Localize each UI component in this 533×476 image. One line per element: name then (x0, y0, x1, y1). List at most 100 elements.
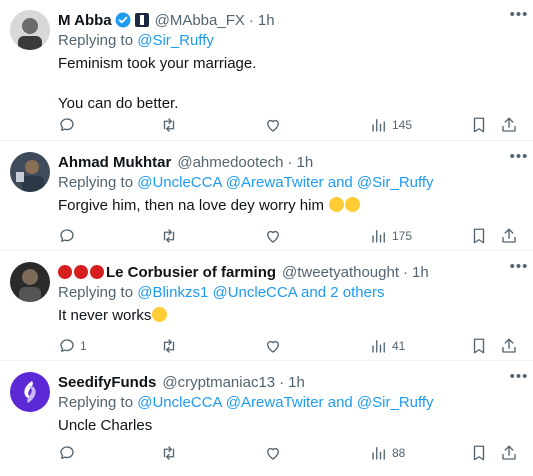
tweet-actions: 175 (58, 226, 523, 246)
retweet-icon (163, 229, 175, 243)
views-icon (372, 119, 385, 132)
user-handle[interactable]: @ahmedootech (177, 154, 283, 171)
reply-button[interactable] (58, 226, 80, 246)
tweet-text: It never works (58, 306, 523, 326)
reply-icon (60, 339, 74, 352)
more-icon[interactable]: ••• (509, 259, 529, 282)
share-button[interactable] (500, 115, 518, 135)
tweet[interactable]: SeedifyFunds @cryptmaniac13 · 1h Replyin… (0, 362, 533, 476)
tweet-actions: 145 (58, 115, 523, 135)
views-icon (372, 230, 385, 243)
reply-icon (60, 229, 74, 242)
tweet-text: Forgive him, then na love dey worry him (58, 196, 523, 216)
tweet-text: Feminism took your marriage. You can do … (58, 55, 257, 112)
share-icon (502, 338, 516, 353)
user-handle[interactable]: @cryptmaniac13 (162, 374, 275, 391)
heart-icon (267, 230, 279, 243)
bookmark-button[interactable] (470, 443, 488, 463)
heart-icon (267, 119, 279, 132)
user-handle[interactable]: @MAbba_FX (155, 12, 245, 29)
views-icon (372, 447, 385, 460)
red-circle-emoji-icon (58, 265, 72, 279)
bookmark-button[interactable] (470, 336, 488, 356)
red-circle-emoji-icon (74, 265, 88, 279)
tweet[interactable]: Ahmad Mukhtar @ahmedootech · 1h Replying… (0, 142, 533, 251)
like-button[interactable] (264, 443, 282, 463)
tweet[interactable]: Le Corbusier of farming @tweetyathought … (0, 252, 533, 361)
timestamp[interactable]: 1h (412, 264, 429, 281)
bookmark-icon (473, 338, 485, 354)
bookmark-icon (473, 445, 485, 461)
replying-to: Replying to @Blinkzs1 @UncleCCA and 2 ot… (58, 284, 385, 301)
bookmark-icon (473, 117, 485, 133)
share-button[interactable] (500, 226, 518, 246)
timestamp[interactable]: 1h (258, 12, 275, 29)
like-button[interactable] (264, 336, 282, 356)
replying-to: Replying to @Sir_Ruffy (58, 32, 214, 49)
timestamp[interactable]: 1h (288, 374, 305, 391)
share-button[interactable] (500, 336, 518, 356)
more-icon[interactable]: ••• (509, 7, 529, 30)
replying-to: Replying to @UncleCCA @ArewaTwiter and @… (58, 174, 434, 191)
retweet-button[interactable] (160, 443, 178, 463)
separator: · (248, 11, 254, 29)
reply-button[interactable] (58, 443, 80, 463)
views-button[interactable]: 41 (370, 336, 405, 356)
reply-mention-link[interactable]: @Blinkzs1 @UncleCCA and 2 others (137, 284, 384, 301)
separator: · (279, 373, 285, 391)
red-circle-emoji-icon (90, 265, 104, 279)
reply-icon (60, 118, 74, 131)
verified-badge-icon (115, 12, 131, 28)
bookmark-icon (473, 228, 485, 244)
retweet-button[interactable] (160, 226, 178, 246)
heart-icon (267, 447, 279, 460)
avatar[interactable] (10, 372, 50, 412)
pleading-face-emoji-icon (152, 307, 168, 322)
retweet-icon (163, 118, 175, 132)
affiliate-badge-icon (134, 13, 149, 27)
reply-button[interactable] (58, 115, 80, 135)
retweet-icon (163, 446, 175, 460)
tweet[interactable]: M Abba @MAbba_FX · 1h Replying to @Sir_R… (0, 0, 533, 141)
tweet-feed: M Abba @MAbba_FX · 1h Replying to @Sir_R… (0, 0, 533, 476)
replying-to: Replying to @UncleCCA @ArewaTwiter and @… (58, 394, 434, 411)
views-button[interactable]: 145 (370, 115, 412, 135)
views-button[interactable]: 88 (370, 443, 405, 463)
tweet-text: Uncle Charles (58, 417, 153, 434)
like-button[interactable] (264, 226, 282, 246)
reply-mention-link[interactable]: @UncleCCA @ArewaTwiter and @Sir_Ruffy (137, 174, 433, 191)
separator: · (287, 153, 293, 171)
avatar[interactable] (10, 10, 50, 50)
share-icon (502, 445, 516, 460)
more-icon[interactable]: ••• (509, 369, 529, 392)
more-icon[interactable]: ••• (509, 149, 529, 172)
like-button[interactable] (264, 115, 282, 135)
share-button[interactable] (500, 443, 518, 463)
display-name[interactable]: Ahmad Mukhtar (58, 154, 171, 171)
reply-button[interactable]: 1 (58, 336, 87, 356)
bookmark-button[interactable] (470, 115, 488, 135)
laughing-emoji-icon (345, 197, 361, 212)
display-name[interactable]: Le Corbusier of farming (106, 264, 276, 281)
laughing-emoji-icon (329, 197, 345, 212)
retweet-button[interactable] (160, 336, 178, 356)
timestamp[interactable]: 1h (296, 154, 313, 171)
avatar[interactable] (10, 152, 50, 192)
retweet-button[interactable] (160, 115, 178, 135)
reply-mention-link[interactable]: @Sir_Ruffy (137, 32, 214, 49)
user-handle[interactable]: @tweetyathought (282, 264, 399, 281)
views-button[interactable]: 175 (370, 226, 412, 246)
bookmark-button[interactable] (470, 226, 488, 246)
retweet-icon (163, 339, 175, 353)
reply-mention-link[interactable]: @UncleCCA @ArewaTwiter and @Sir_Ruffy (137, 394, 433, 411)
tweet-actions: 88 (58, 443, 523, 463)
display-name[interactable]: M Abba (58, 12, 112, 29)
display-name[interactable]: SeedifyFunds (58, 374, 156, 391)
separator: · (403, 263, 408, 281)
heart-icon (267, 340, 279, 353)
tweet-actions: 1 41 (58, 336, 523, 356)
share-icon (502, 228, 516, 243)
avatar[interactable] (10, 262, 50, 302)
views-icon (372, 340, 385, 353)
share-icon (502, 117, 516, 132)
